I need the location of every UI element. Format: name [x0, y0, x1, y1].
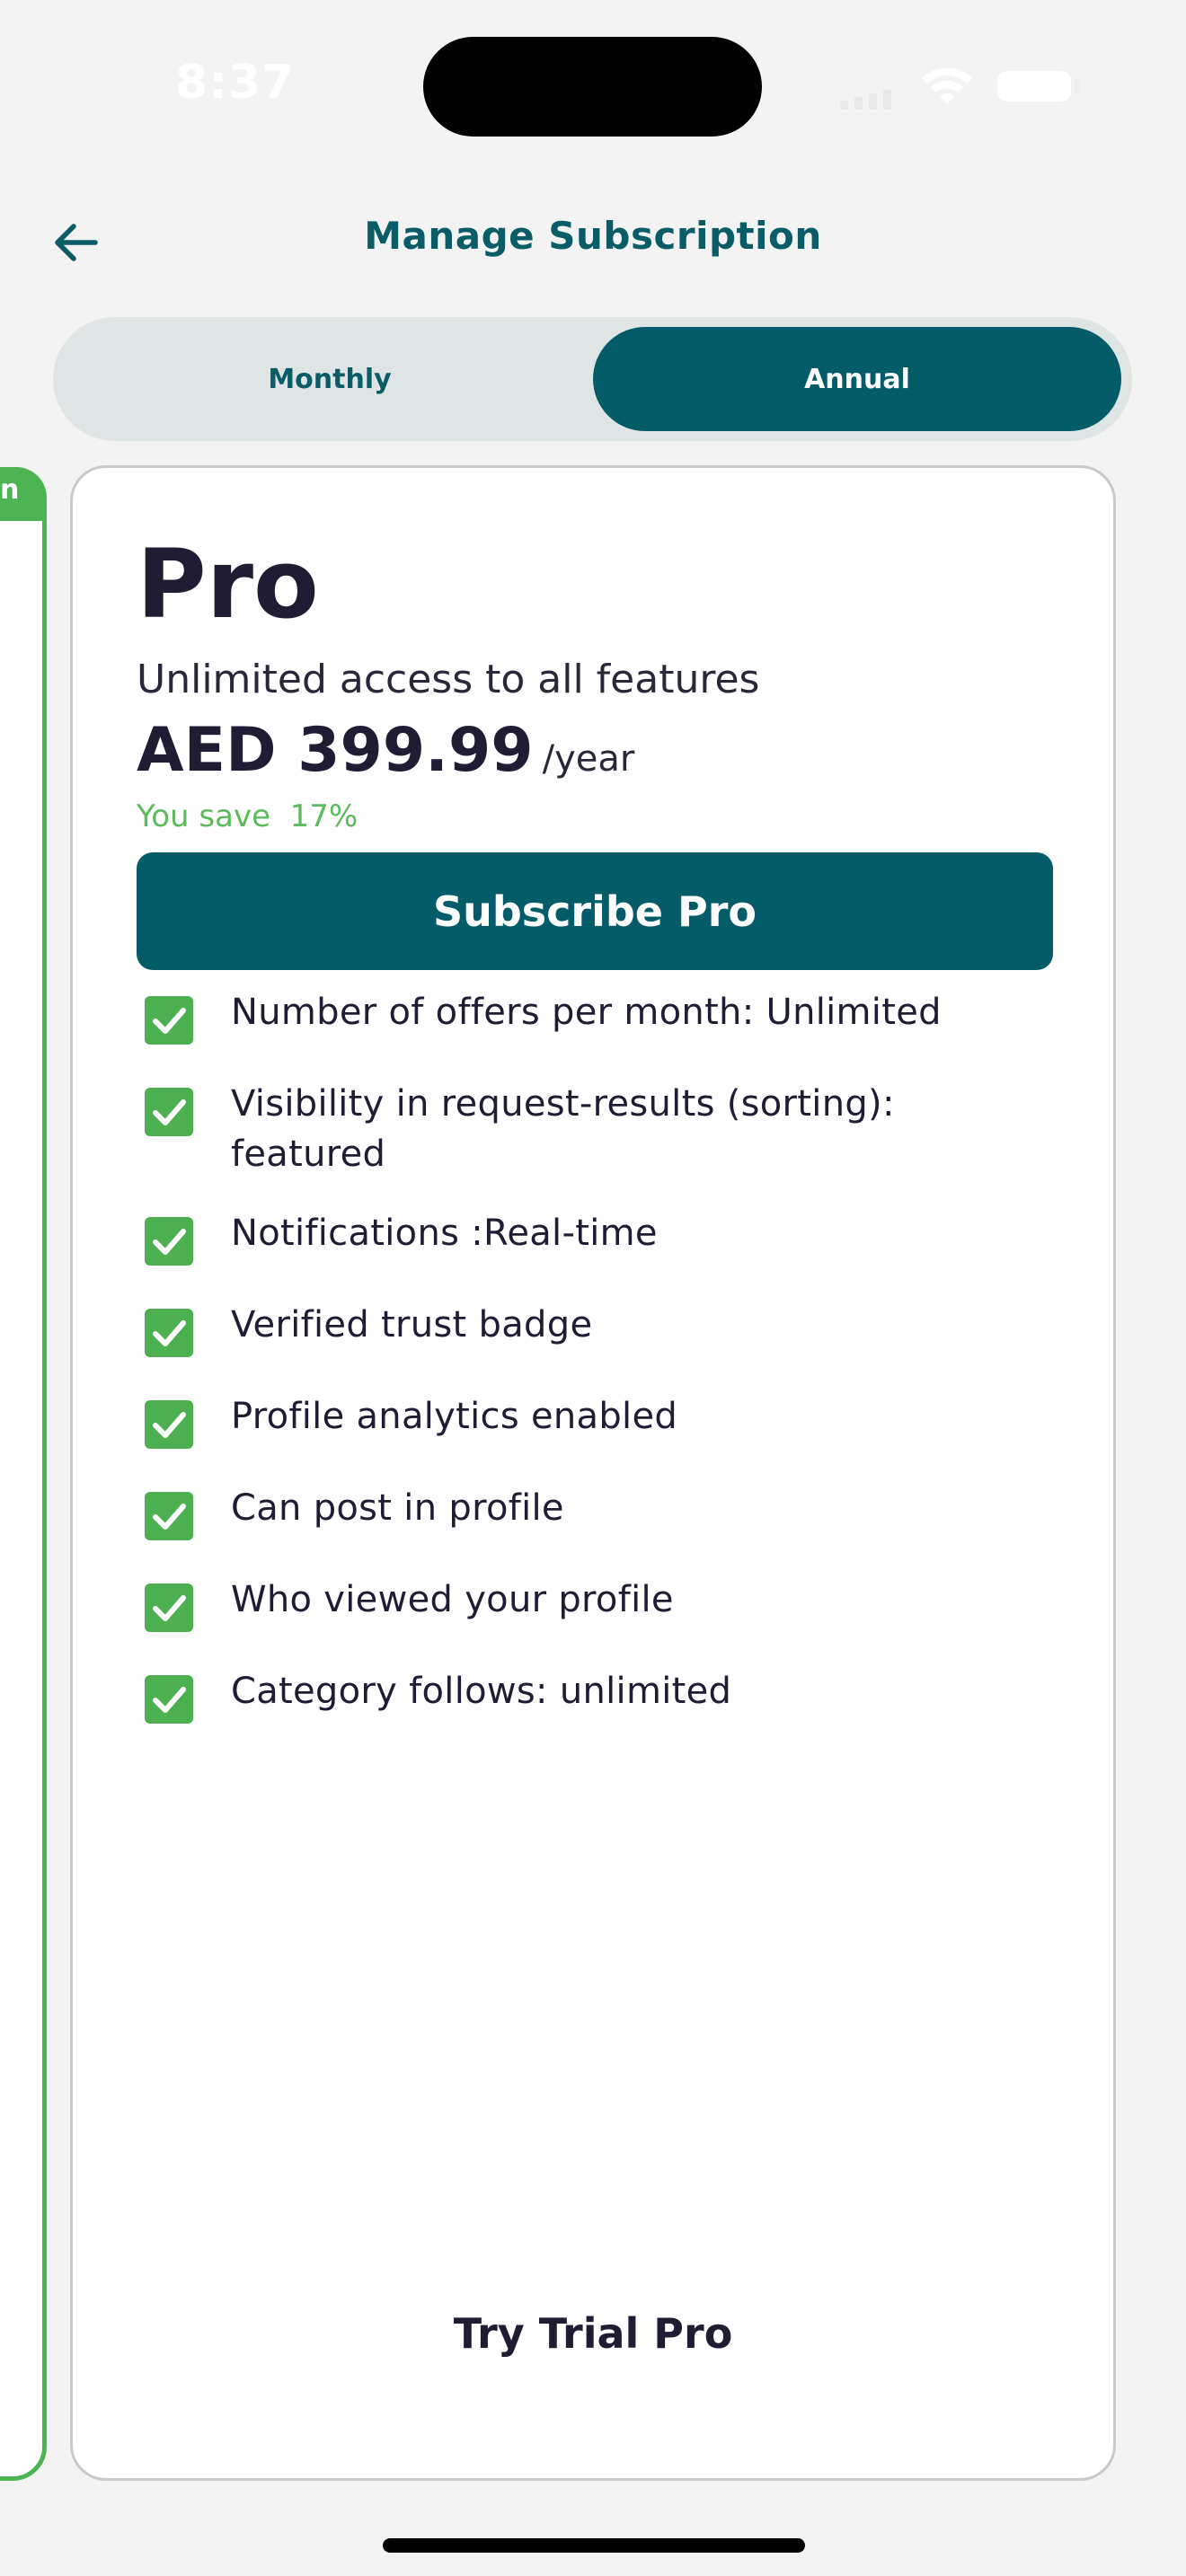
feature-item: Verified trust badge [143, 1300, 1041, 1391]
signal-icon [840, 90, 891, 110]
feature-text: Who viewed your profile [231, 1579, 674, 1620]
feature-item: Category follows: unlimited [143, 1666, 1041, 1758]
previous-plan-card[interactable] [0, 467, 47, 2481]
check-icon [145, 1217, 193, 1266]
feature-item: Who viewed your profile [143, 1575, 1041, 1666]
subscribe-button[interactable]: Subscribe Pro [137, 852, 1053, 970]
feature-text: Notifications :Real-time [231, 1213, 658, 1254]
status-time: 8:37 [175, 56, 296, 110]
price-row: AED 399.99 /year [137, 715, 634, 786]
billing-period-toggle: Monthly Annual [53, 317, 1132, 441]
feature-text: Category follows: unlimited [231, 1671, 732, 1712]
feature-text: Number of offers per month: Unlimited [231, 992, 942, 1033]
feature-item: Notifications :Real-time [143, 1208, 1041, 1300]
check-icon [145, 1309, 193, 1357]
feature-text: Visibility in request-results (sorting):… [231, 1083, 895, 1175]
dynamic-island [423, 37, 762, 137]
plan-name: Pro [137, 529, 319, 640]
check-icon [145, 1400, 193, 1449]
feature-item: Profile analytics enabled [143, 1391, 1041, 1483]
wifi-icon [922, 67, 972, 104]
check-icon [145, 1675, 193, 1724]
toggle-annual[interactable]: Annual [593, 327, 1121, 431]
plan-period: /year [542, 738, 635, 780]
screen: 8:37 Manage Subscription Monthly Annual … [0, 0, 1186, 2576]
check-icon [145, 1088, 193, 1136]
check-icon [145, 996, 193, 1045]
home-indicator[interactable] [383, 2538, 805, 2553]
toggle-monthly[interactable]: Monthly [66, 327, 594, 431]
check-icon [145, 1584, 193, 1632]
battery-tip [1075, 79, 1080, 93]
check-icon [145, 1492, 193, 1540]
feature-item: Visibility in request-results (sorting):… [143, 1079, 1041, 1208]
battery-icon [997, 71, 1071, 101]
plan-price: AED 399.99 [137, 715, 534, 786]
savings-label: You save 17% [137, 798, 358, 834]
feature-list: Number of offers per month: Unlimited Vi… [143, 987, 1041, 1758]
try-trial-button[interactable]: Try Trial Pro [73, 2309, 1113, 2358]
feature-text: Verified trust badge [231, 1304, 593, 1345]
page-title: Manage Subscription [364, 214, 822, 258]
feature-text: Can post in profile [231, 1487, 564, 1529]
plan-description: Unlimited access to all features [137, 657, 760, 702]
feature-item: Number of offers per month: Unlimited [143, 987, 1041, 1079]
feature-text: Profile analytics enabled [231, 1396, 678, 1437]
feature-item: Can post in profile [143, 1483, 1041, 1575]
plan-card-pro: Pro Unlimited access to all features AED… [70, 465, 1116, 2481]
previous-plan-tab-label: n [0, 474, 20, 506]
